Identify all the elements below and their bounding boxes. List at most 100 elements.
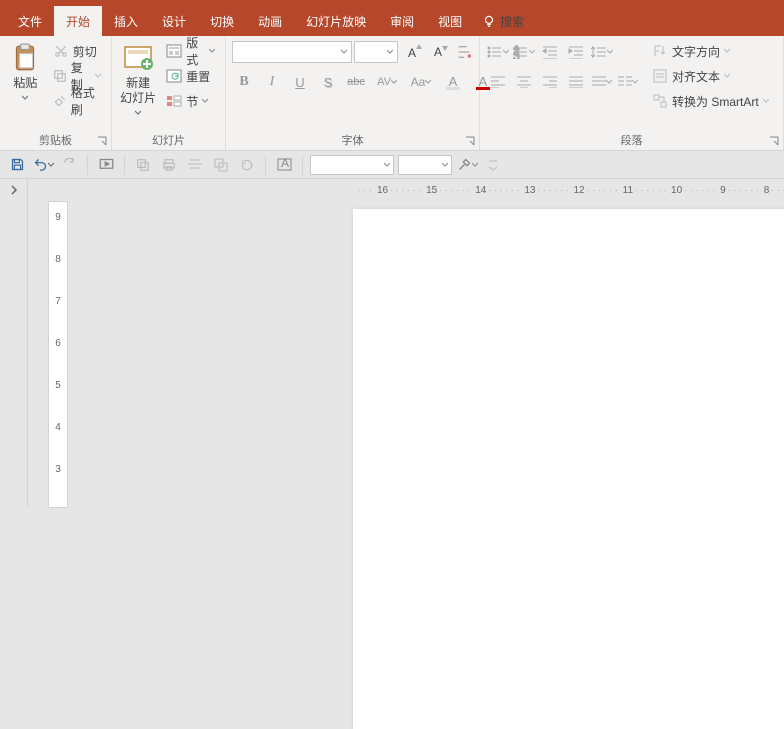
smartart-button[interactable]: 转换为 SmartArt: [648, 90, 773, 112]
align-text-button[interactable]: 对齐文本: [648, 65, 773, 87]
numbering-button[interactable]: 123: [512, 40, 536, 64]
text-direction-button[interactable]: 文字方向: [648, 40, 773, 62]
font-family-combo[interactable]: [232, 41, 352, 63]
search-box[interactable]: 搜索: [474, 6, 532, 36]
slides-group-label: 幻灯片: [112, 132, 225, 148]
tab-home[interactable]: 开始: [54, 6, 102, 36]
underline-label: U: [295, 75, 304, 90]
q-textbox-button[interactable]: A: [273, 154, 295, 176]
q-eyedropper-button[interactable]: [456, 154, 478, 176]
decrease-font-button[interactable]: A: [426, 40, 450, 64]
ruler-tick: 9: [49, 212, 67, 223]
spacing-label: AV: [377, 76, 391, 88]
justify-icon: [569, 76, 583, 88]
change-case-button[interactable]: Aa: [406, 70, 436, 94]
chevron-right-icon: [10, 185, 18, 195]
tab-transition[interactable]: 切换: [198, 6, 246, 36]
bulb-icon: [482, 14, 496, 28]
smartart-label: 转换为 SmartArt: [672, 93, 759, 110]
save-icon: [10, 157, 25, 172]
columns-button[interactable]: [616, 70, 640, 94]
ribbon: 粘贴 剪切 复制 格式刷 剪贴板 新建幻灯片 版式 重置 节 幻灯片: [0, 36, 784, 151]
clipboard-icon: [12, 43, 38, 73]
align-label: 对齐文本: [672, 68, 720, 85]
char-spacing-button[interactable]: AV: [372, 70, 402, 94]
justify-button[interactable]: [564, 70, 588, 94]
tab-animation[interactable]: 动画: [246, 6, 294, 36]
slide-canvas[interactable]: [353, 209, 784, 729]
distribute-button[interactable]: [590, 70, 614, 94]
decrease-indent-button[interactable]: [538, 40, 562, 64]
ruler-tick: ···11···: [604, 185, 652, 196]
cut-label: 剪切: [73, 43, 97, 60]
reset-label: 重置: [186, 68, 210, 85]
tab-file[interactable]: 文件: [0, 6, 54, 36]
align-text-icon: [653, 69, 667, 83]
bullets-button[interactable]: [486, 40, 510, 64]
q-print-button[interactable]: [158, 154, 180, 176]
italic-button[interactable]: I: [260, 70, 284, 94]
svg-text:3: 3: [513, 49, 520, 59]
align-left-button[interactable]: [486, 70, 510, 94]
redo-icon: [62, 157, 77, 172]
case-label: Aa: [411, 75, 426, 89]
increase-indent-button[interactable]: [564, 40, 588, 64]
paste-label: 粘贴: [13, 76, 37, 90]
clipboard-launcher[interactable]: [95, 134, 109, 148]
reset-button[interactable]: 重置: [162, 65, 219, 87]
underline-button[interactable]: U: [288, 70, 312, 94]
save-button[interactable]: [6, 154, 28, 176]
increase-font-button[interactable]: A: [400, 40, 424, 64]
strike-button[interactable]: abc: [344, 70, 368, 94]
section-icon: [166, 94, 182, 108]
bold-button[interactable]: B: [232, 70, 256, 94]
font-launcher[interactable]: [463, 134, 477, 148]
ruler-tick: 3: [49, 464, 67, 475]
paste-button[interactable]: 粘贴: [6, 40, 45, 105]
q-align-button[interactable]: [184, 154, 206, 176]
q-group-button[interactable]: [210, 154, 232, 176]
font-size-combo[interactable]: [354, 41, 398, 63]
ruler-tick: ···16···: [358, 185, 407, 196]
section-button[interactable]: 节: [162, 90, 219, 112]
bullets-icon: [487, 45, 503, 59]
indent-icon: [568, 45, 584, 59]
tab-review[interactable]: 审阅: [378, 6, 426, 36]
from-beginning-button[interactable]: [95, 154, 117, 176]
text-direction-icon: [653, 44, 667, 58]
tab-design[interactable]: 设计: [150, 6, 198, 36]
q-rotate-button[interactable]: [236, 154, 258, 176]
new-slide-label2: 幻灯片: [120, 91, 156, 105]
align-center-button[interactable]: [512, 70, 536, 94]
para-launcher[interactable]: [767, 134, 781, 148]
redo-button[interactable]: [58, 154, 80, 176]
q-combo1[interactable]: [310, 155, 394, 175]
ruler-tick: ···14···: [456, 185, 505, 196]
clear-format-button[interactable]: [452, 40, 476, 64]
horizontal-ruler: ···16······15······14······13······12···…: [68, 179, 784, 201]
ruler-tick: 8: [49, 254, 67, 265]
para-group-label: 段落: [480, 132, 783, 148]
q-combo2[interactable]: [398, 155, 452, 175]
print-icon: [162, 158, 176, 172]
copy-icon: [53, 69, 67, 83]
outline-pane-toggle[interactable]: [0, 179, 28, 508]
outdent-icon: [542, 45, 558, 59]
new-slide-button[interactable]: 新建幻灯片: [118, 40, 158, 120]
shadow-button[interactable]: S: [316, 70, 340, 94]
align-right-button[interactable]: [538, 70, 562, 94]
q-copy-button[interactable]: [132, 154, 154, 176]
ruler-tick: 7: [49, 296, 67, 307]
play-icon: [99, 157, 114, 172]
line-spacing-button[interactable]: [590, 40, 614, 64]
tab-slideshow[interactable]: 幻灯片放映: [294, 6, 378, 36]
tab-view[interactable]: 视图: [426, 6, 474, 36]
bold-label: B: [239, 74, 248, 90]
layout-button[interactable]: 版式: [162, 40, 219, 62]
tab-insert[interactable]: 插入: [102, 6, 150, 36]
highlight-button[interactable]: A: [440, 70, 466, 94]
format-painter-button[interactable]: 格式刷: [49, 90, 105, 112]
q-more-button[interactable]: [482, 154, 504, 176]
undo-button[interactable]: [32, 154, 54, 176]
ruler-tick: 6: [49, 338, 67, 349]
